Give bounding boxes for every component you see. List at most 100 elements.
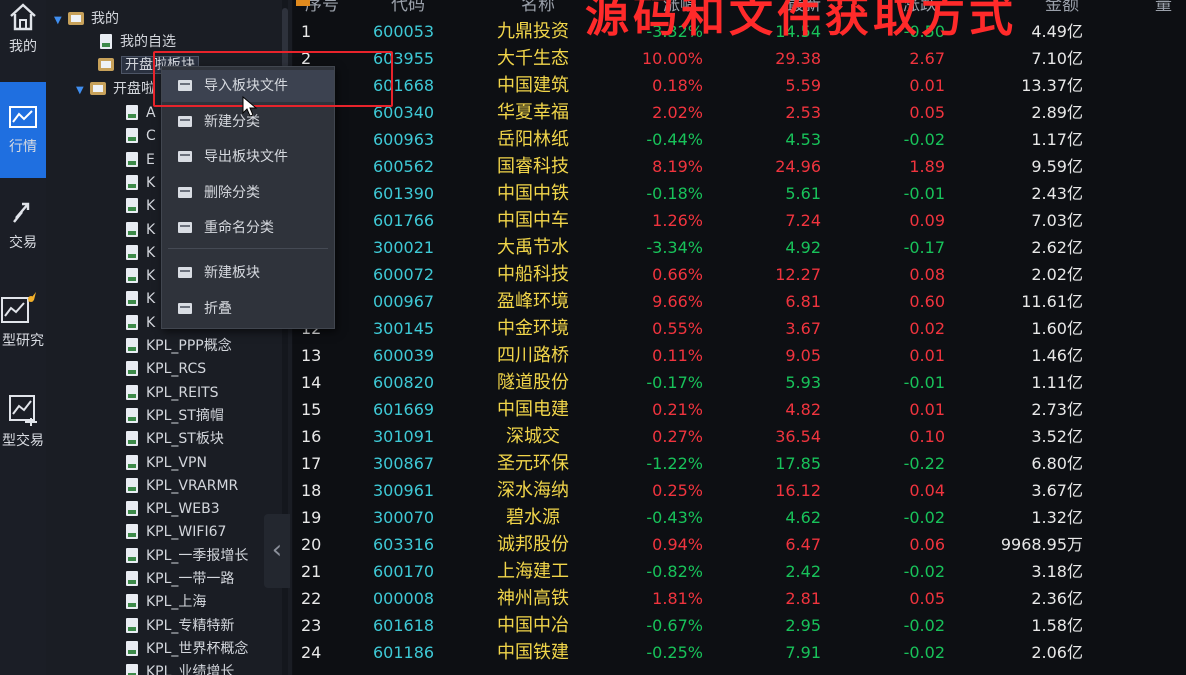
menu-item[interactable]: 导出板块文件	[162, 141, 334, 173]
menu-item[interactable]: 删除分类	[162, 177, 334, 209]
tree-item[interactable]: K	[126, 265, 155, 287]
tree-item[interactable]: KPL_ST板块	[126, 428, 224, 450]
tree-item[interactable]: KPL_WEB3	[126, 498, 220, 520]
tree-item[interactable]: KPL_ST摘帽	[126, 405, 224, 427]
table-row[interactable]: 20 603316 诚邦股份 0.94% 6.47 0.06 9968.95万 6.	[293, 531, 1186, 558]
table-row[interactable]: 19 300070 碧水源 -0.43% 4.62 -0.02 1.32亿 4.	[293, 504, 1186, 531]
table-row[interactable]: 18 300961 深水海纳 0.25% 16.12 0.04 3.67亿 16	[293, 477, 1186, 504]
cell-extra: 29	[1153, 45, 1186, 72]
cell-pct: 0.66%	[652, 265, 703, 284]
table-row[interactable]: 16 301091 深城交 0.27% 36.54 0.10 3.52亿 36	[293, 423, 1186, 450]
table-row[interactable]: 7601390中国中铁-0.18%5.61-0.012.43亿5.	[293, 180, 1186, 207]
panel-collapse-button[interactable]: ‹	[264, 514, 290, 588]
table-row[interactable]: 6600562国睿科技8.19%24.961.899.59亿24	[293, 153, 1186, 180]
quant-trade-icon	[9, 395, 37, 426]
nav-label-research: 型研究	[2, 333, 44, 349]
tree-item[interactable]: A	[126, 102, 156, 124]
menu-item[interactable]: 折叠	[162, 293, 334, 325]
table-row[interactable]: 11000967盈峰环境9.66%6.810.6011.61亿6.	[293, 288, 1186, 315]
tree-item[interactable]: KPL_业绩增长	[126, 661, 234, 675]
tree-item[interactable]: KPL_专精特新	[126, 615, 234, 637]
file-icon	[126, 361, 138, 377]
cell-amount: 7.03亿	[1031, 211, 1083, 230]
collapse-arrow-icon[interactable]: ▼	[54, 10, 64, 32]
tree-item[interactable]: KPL_一季报增长	[126, 545, 248, 567]
cell-no: 24	[301, 643, 322, 662]
cell-extra: 4.	[1153, 234, 1186, 261]
tree-item[interactable]: KPL_VRARMR	[126, 475, 238, 497]
tree-item[interactable]: KPL_RCS	[126, 358, 206, 380]
nav-item-research[interactable]: 型研究	[0, 290, 46, 360]
table-row[interactable]: 5600963岳阳林纸-0.44%4.53-0.021.17亿4.	[293, 126, 1186, 153]
col-header-name[interactable]: 名称	[521, 0, 555, 15]
nav-item-quant-trade[interactable]: 型交易	[0, 392, 46, 462]
tree-item[interactable]: K	[126, 288, 155, 310]
cell-chg: 0.09	[909, 211, 945, 230]
tree-node-my-watchlist[interactable]: 我的自选	[100, 31, 176, 53]
table-row[interactable]: 21 600170 上海建工 -0.82% 2.42 -0.02 3.18亿 2.	[293, 558, 1186, 585]
cell-pct: -0.17%	[646, 373, 703, 392]
menu-item[interactable]: 重命名分类	[162, 212, 334, 244]
cell-price: 7.91	[785, 643, 821, 662]
file-icon	[126, 314, 138, 330]
cell-extra: 24	[1153, 153, 1186, 180]
cell-amount: 7.10亿	[1031, 49, 1083, 68]
cell-code: 600963	[373, 130, 435, 149]
cell-chg: 0.05	[909, 589, 945, 608]
menu-item[interactable]: 新建板块	[162, 257, 334, 289]
cell-price: 2.53	[785, 103, 821, 122]
table-row[interactable]: 4600340华夏幸福2.02%2.530.052.89亿2.	[293, 99, 1186, 126]
cell-chg: -0.02	[903, 130, 945, 149]
table-row[interactable]: 23 601618 中国中冶 -0.67% 2.95 -0.02 1.58亿 2.	[293, 612, 1186, 639]
table-row[interactable]: 17 300867 圣元环保 -1.22% 17.85 -0.22 6.80亿 17	[293, 450, 1186, 477]
nav-item-market[interactable]: 行情	[0, 82, 46, 178]
col-header-code[interactable]: 代码	[391, 0, 425, 15]
tree-node-folder2[interactable]: ▼ 开盘啦	[76, 78, 155, 100]
folder-icon	[90, 82, 106, 95]
table-row[interactable]: 15 601669 中国电建 0.21% 4.82 0.01 2.73亿 4.	[293, 396, 1186, 423]
col-header-amount[interactable]: 金额	[1045, 0, 1079, 15]
tree-item[interactable]: KPL_一带一路	[126, 568, 234, 590]
cell-name: 国睿科技	[497, 156, 569, 177]
tree-item[interactable]: K	[126, 242, 155, 264]
nav-item-mine[interactable]: 我的	[0, 0, 46, 70]
table-row[interactable]: 24 601186 中国铁建 -0.25% 7.91 -0.02 2.06亿 7.	[293, 639, 1186, 666]
cell-price: 2.81	[785, 589, 821, 608]
tree-item[interactable]: K	[126, 172, 155, 194]
tree-item[interactable]: KPL_上海	[126, 591, 206, 613]
tree-item[interactable]: KPL_WIFI67	[126, 521, 226, 543]
cell-price: 5.61	[785, 184, 821, 203]
tree-item[interactable]: K	[126, 195, 155, 217]
cell-name: 中国建筑	[497, 75, 569, 96]
col-header-extra[interactable]: 量	[1155, 0, 1172, 15]
table-row[interactable]: 12300145中金环境0.55%3.670.021.60亿3.	[293, 315, 1186, 342]
cell-amount: 11.61亿	[1021, 292, 1083, 311]
cell-extra: 2.	[1153, 585, 1186, 612]
cell-extra: 5.	[1153, 180, 1186, 207]
tree-item[interactable]: C	[126, 125, 156, 147]
col-header-no[interactable]: 序号	[305, 0, 339, 15]
table-row[interactable]: 10600072中船科技0.66%12.270.082.02亿12	[293, 261, 1186, 288]
table-row[interactable]: 13 600039 四川路桥 0.11% 9.05 0.01 1.46亿 9.	[293, 342, 1186, 369]
table-row[interactable]: 9300021大禹节水-3.34%4.92-0.172.62亿4.	[293, 234, 1186, 261]
cell-name: 中金环境	[497, 318, 569, 339]
tree-item[interactable]: K	[126, 219, 155, 241]
cell-pct: 0.94%	[652, 535, 703, 554]
tree-item[interactable]: K	[126, 312, 155, 334]
cell-pct: 0.18%	[652, 76, 703, 95]
table-row[interactable]: 8601766中国中车1.26%7.240.097.03亿7.	[293, 207, 1186, 234]
tree-item[interactable]: KPL_PPP概念	[126, 335, 232, 357]
table-row[interactable]: 3601668中国建筑0.18%5.590.0113.37亿5.	[293, 72, 1186, 99]
cell-extra: 3.	[1153, 315, 1186, 342]
tree-item[interactable]: E	[126, 149, 155, 171]
tree-item[interactable]: KPL_世界杯概念	[126, 638, 248, 660]
nav-item-trade[interactable]: 交易	[0, 198, 46, 262]
cell-price: 4.53	[785, 130, 821, 149]
table-row[interactable]: 2603955大千生态10.00%29.382.677.10亿29	[293, 45, 1186, 72]
tree-item[interactable]: KPL_VPN	[126, 452, 207, 474]
table-row[interactable]: 22 000008 神州高铁 1.81% 2.81 0.05 2.36亿 2.	[293, 585, 1186, 612]
table-row[interactable]: 14 600820 隧道股份 -0.17% 5.93 -0.01 1.11亿 5.	[293, 369, 1186, 396]
tree-item[interactable]: KPL_REITS	[126, 382, 219, 404]
collapse-arrow-icon[interactable]: ▼	[76, 80, 86, 102]
tree-node-root[interactable]: ▼ 我的	[54, 8, 119, 30]
